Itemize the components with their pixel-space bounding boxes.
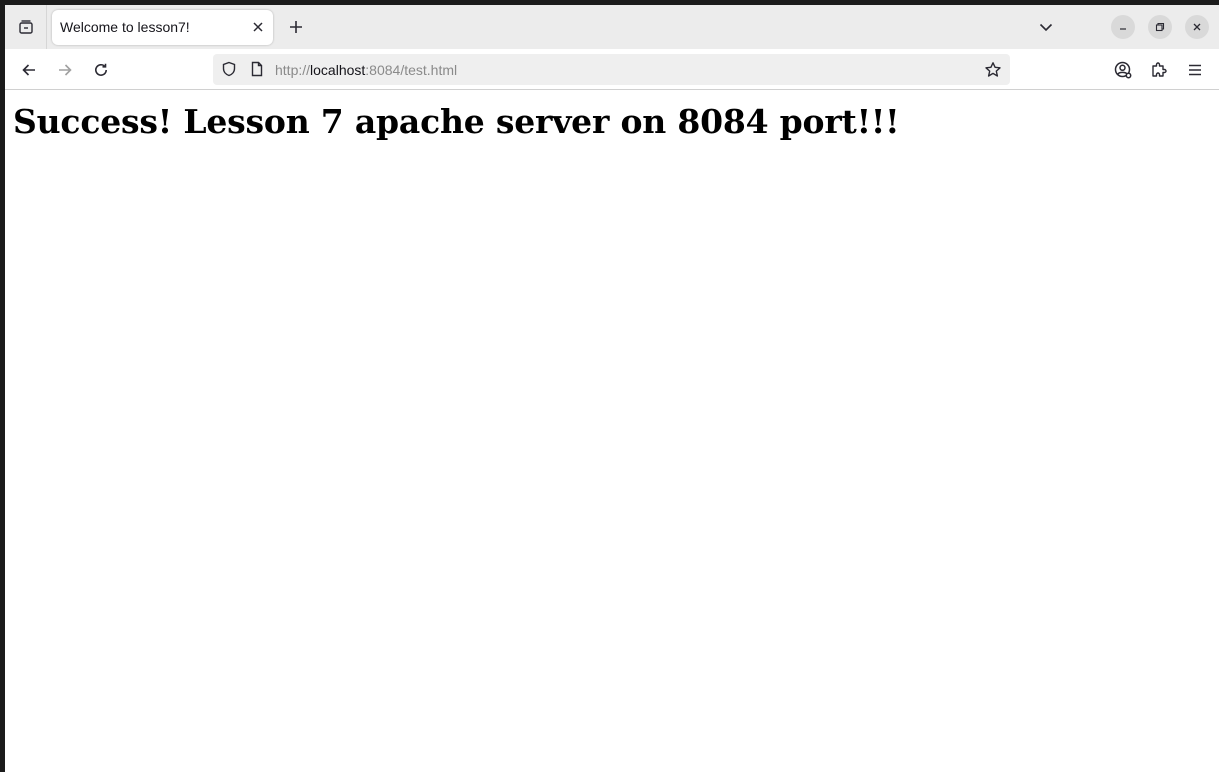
navigation-toolbar: http://localhost:8084/test.html bbox=[5, 49, 1219, 90]
close-tab-button[interactable] bbox=[249, 18, 267, 36]
tracking-protection-button[interactable] bbox=[220, 60, 238, 78]
url-text[interactable]: http://localhost:8084/test.html bbox=[275, 62, 457, 78]
url-bar[interactable]: http://localhost:8084/test.html bbox=[213, 54, 1010, 85]
bookmark-button[interactable] bbox=[982, 59, 1004, 81]
page-content: Success! Lesson 7 apache server on 8084 … bbox=[5, 90, 1219, 772]
shield-icon bbox=[221, 61, 237, 77]
plus-icon bbox=[289, 20, 303, 34]
extensions-button[interactable] bbox=[1145, 56, 1173, 84]
back-button[interactable] bbox=[15, 56, 43, 84]
restore-button[interactable] bbox=[1148, 15, 1172, 39]
account-button[interactable] bbox=[1109, 56, 1137, 84]
browser-window: Welcome to lesson7! http://localhost:808… bbox=[5, 5, 1219, 772]
puzzle-icon bbox=[1150, 61, 1168, 79]
back-arrow-icon bbox=[21, 62, 37, 78]
forward-button[interactable] bbox=[51, 56, 79, 84]
page-info-button[interactable] bbox=[248, 60, 266, 78]
close-icon bbox=[1192, 22, 1202, 32]
page-heading: Success! Lesson 7 apache server on 8084 … bbox=[13, 102, 900, 141]
tab-list-icon bbox=[18, 19, 34, 35]
account-icon bbox=[1114, 61, 1132, 79]
app-menu-button[interactable] bbox=[1181, 56, 1209, 84]
url-host: localhost bbox=[310, 62, 366, 78]
close-window-button[interactable] bbox=[1185, 15, 1209, 39]
tab-list-button[interactable] bbox=[13, 14, 39, 40]
new-tab-button[interactable] bbox=[283, 14, 309, 40]
tab-title: Welcome to lesson7! bbox=[60, 19, 190, 35]
reload-button[interactable] bbox=[87, 56, 115, 84]
url-scheme: http:// bbox=[275, 62, 311, 78]
restore-icon bbox=[1155, 22, 1165, 32]
tab-active[interactable]: Welcome to lesson7! bbox=[52, 10, 273, 45]
star-icon bbox=[984, 61, 1002, 79]
chevron-down-icon bbox=[1039, 20, 1053, 34]
forward-arrow-icon bbox=[57, 62, 73, 78]
reload-icon bbox=[93, 62, 109, 78]
minimize-icon bbox=[1118, 22, 1128, 32]
tab-strip-divider bbox=[46, 5, 47, 49]
list-all-tabs-button[interactable] bbox=[1033, 14, 1059, 40]
url-path: :8084/test.html bbox=[365, 62, 458, 78]
page-icon bbox=[249, 61, 265, 77]
hamburger-menu-icon bbox=[1187, 62, 1203, 78]
minimize-button[interactable] bbox=[1111, 15, 1135, 39]
tab-strip: Welcome to lesson7! bbox=[5, 5, 1219, 49]
close-icon bbox=[252, 21, 264, 33]
